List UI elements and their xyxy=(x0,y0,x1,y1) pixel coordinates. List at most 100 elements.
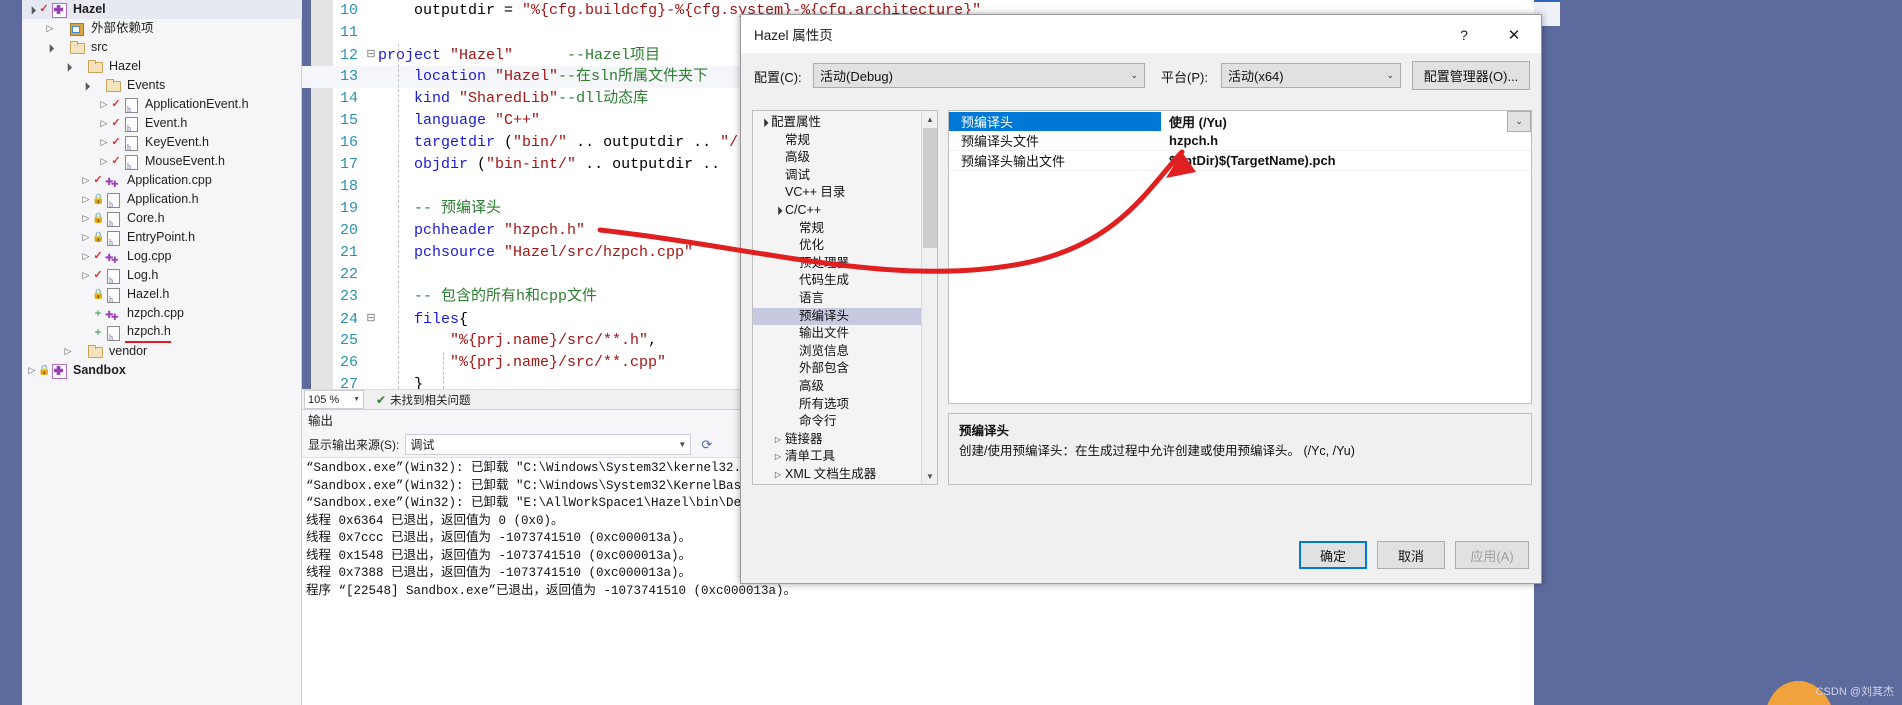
expander-closed-icon[interactable] xyxy=(771,448,785,466)
property-value-dropdown-icon[interactable]: ⌄ xyxy=(1507,111,1531,132)
help-icon[interactable]: ? xyxy=(1447,24,1481,46)
code-token: "Hazel" xyxy=(450,46,514,64)
tree-scrollbar[interactable]: ▲ ▼ xyxy=(921,111,937,484)
property-category-item[interactable]: 浏览信息 xyxy=(753,343,921,361)
solution-tree-item[interactable]: Events xyxy=(22,76,302,95)
solution-tree-item[interactable]: 🔒 Core.h xyxy=(22,209,302,233)
property-category-item[interactable]: 命令行 xyxy=(753,413,921,431)
property-category-item[interactable]: VC++ 目录 xyxy=(753,184,921,202)
property-value[interactable]: $(IntDir)$(TargetName).pch xyxy=(1161,153,1531,168)
solution-tree-item[interactable]: 外部依赖项 xyxy=(22,19,302,38)
solution-tree-item[interactable]: ✓ Log.h xyxy=(22,266,302,290)
apply-button[interactable]: 应用(A) xyxy=(1455,541,1529,569)
expander-closed-icon[interactable] xyxy=(80,171,92,190)
solution-tree-item-label: Hazel.h xyxy=(127,287,170,301)
property-category-item[interactable]: 调试 xyxy=(753,167,921,185)
code-token: "%{prj.name}/src/**.cpp" xyxy=(450,354,667,371)
output-source-select[interactable]: 调试 ▼ xyxy=(405,434,692,455)
fold-collapse-icon[interactable]: ⊟ xyxy=(364,308,378,330)
expander-closed-icon[interactable] xyxy=(98,95,110,114)
solution-tree-item[interactable]: ✓ Application.cpp xyxy=(22,171,302,194)
property-row[interactable]: 预编译头 使用 (/Yu) xyxy=(949,111,1531,131)
output-tool-icons[interactable]: ⟳ xyxy=(701,437,712,453)
expander-closed-icon[interactable] xyxy=(771,431,785,449)
solution-tree-item[interactable]: 🔒 EntryPoint.h xyxy=(22,228,302,252)
property-category-item[interactable]: 所有选项 xyxy=(753,396,921,414)
expander-closed-icon[interactable] xyxy=(80,266,92,285)
property-category-item[interactable]: 优化 xyxy=(753,237,921,255)
platform-select[interactable]: 活动(x64) ⌄ xyxy=(1221,63,1401,88)
expander-open-icon[interactable] xyxy=(26,0,38,19)
property-value[interactable]: hzpch.h xyxy=(1161,133,1531,148)
property-category-item[interactable]: 配置属性 xyxy=(753,114,921,132)
expander-closed-icon[interactable] xyxy=(771,466,785,484)
property-row[interactable]: 预编译头输出文件 $(IntDir)$(TargetName).pch xyxy=(949,151,1531,171)
expander-closed-icon[interactable] xyxy=(98,114,110,133)
expander-open-icon[interactable] xyxy=(771,202,785,220)
solution-tree-item[interactable]: src xyxy=(22,38,302,57)
expander-closed-icon[interactable] xyxy=(80,209,92,228)
property-category-item[interactable]: XML 文档生成器 xyxy=(753,466,921,484)
solution-tree-item[interactable]: ✓ Hazel xyxy=(22,0,302,19)
property-category-list[interactable]: 配置属性常规高级调试VC++ 目录C/C++常规优化预处理器代码生成语言预编译头… xyxy=(753,114,921,484)
close-icon[interactable]: ✕ xyxy=(1497,24,1531,46)
property-row[interactable]: 预编译头文件 hzpch.h xyxy=(949,131,1531,151)
zoom-level-control[interactable]: 105 % ▼ xyxy=(304,390,364,409)
property-category-item[interactable]: 外部包含 xyxy=(753,360,921,378)
property-category-item[interactable]: 代码生成 xyxy=(753,272,921,290)
expander-closed-icon[interactable] xyxy=(44,19,56,38)
solution-tree-item[interactable]: ✓ Log.cpp xyxy=(22,247,302,270)
property-category-item[interactable]: 预处理器 xyxy=(753,255,921,273)
cancel-button[interactable]: 取消 xyxy=(1377,541,1445,569)
expander-open-icon[interactable] xyxy=(44,38,56,57)
property-category-item[interactable]: 输出文件 xyxy=(753,325,921,343)
expander-closed-icon[interactable] xyxy=(98,133,110,152)
solution-tree-item[interactable]: ✓ KeyEvent.h xyxy=(22,133,302,157)
solution-tree-item[interactable]: 🔒 Sandbox xyxy=(22,361,302,380)
expander-open-icon[interactable] xyxy=(62,57,74,76)
property-category-item[interactable]: 清单工具 xyxy=(753,448,921,466)
property-category-item[interactable]: C/C++ xyxy=(753,202,921,220)
solution-tree[interactable]: ✓Hazel外部依赖项srcHazelEvents✓ApplicationEve… xyxy=(22,0,302,705)
property-category-item[interactable]: 高级 xyxy=(753,378,921,396)
clear-output-icon[interactable]: ⟳ xyxy=(701,437,712,453)
solution-tree-item[interactable]: ✓ MouseEvent.h xyxy=(22,152,302,176)
property-category-item[interactable]: 高级 xyxy=(753,149,921,167)
property-rows[interactable]: 预编译头 使用 (/Yu) 预编译头文件 hzpch.h 预编译头输出文件 $(IntDi… xyxy=(949,111,1531,171)
property-category-label: 浏览信息 xyxy=(799,343,850,358)
expander-closed-icon[interactable] xyxy=(80,228,92,247)
expander-closed-icon[interactable] xyxy=(80,247,92,266)
solution-tree-item[interactable]: + hzpch.cpp xyxy=(22,304,302,327)
solution-tree-item[interactable]: Hazel xyxy=(22,57,302,76)
expander-closed-icon[interactable] xyxy=(80,190,92,209)
property-category-item[interactable]: 预编译头 xyxy=(753,307,921,326)
expander-open-icon[interactable] xyxy=(757,114,771,132)
solution-tree-item[interactable]: 🔒 Hazel.h xyxy=(22,285,302,309)
property-category-tree[interactable]: 配置属性常规高级调试VC++ 目录C/C++常规优化预处理器代码生成语言预编译头… xyxy=(752,110,938,485)
expander-closed-icon[interactable] xyxy=(98,152,110,171)
property-category-item[interactable]: 浏览信息 xyxy=(753,483,921,484)
expander-closed-icon[interactable] xyxy=(771,483,785,484)
expander-closed-icon[interactable] xyxy=(26,361,38,380)
code-token: { xyxy=(459,310,469,328)
solution-tree-item[interactable]: ✓ ApplicationEvent.h xyxy=(22,95,302,119)
property-value[interactable]: 使用 (/Yu) xyxy=(1161,112,1531,131)
config-select[interactable]: 活动(Debug) ⌄ xyxy=(813,63,1145,88)
solution-tree-item[interactable]: ✓ Event.h xyxy=(22,114,302,138)
property-category-item[interactable]: 常规 xyxy=(753,132,921,150)
scrollbar-thumb[interactable] xyxy=(923,128,937,248)
property-category-item[interactable]: 常规 xyxy=(753,220,921,238)
property-grid[interactable]: 预编译头 使用 (/Yu) 预编译头文件 hzpch.h 预编译头输出文件 $(IntDi… xyxy=(948,110,1532,404)
fold-collapse-icon[interactable]: ⊟ xyxy=(364,44,378,66)
property-category-item[interactable]: 语言 xyxy=(753,290,921,308)
solution-tree-item[interactable]: vendor xyxy=(22,342,302,361)
property-category-item[interactable]: 链接器 xyxy=(753,431,921,449)
scroll-up-icon[interactable]: ▲ xyxy=(922,111,937,127)
expander-open-icon[interactable] xyxy=(80,76,92,95)
solution-tree-item[interactable]: + hzpch.h xyxy=(22,323,302,347)
solution-tree-item[interactable]: 🔒 Application.h xyxy=(22,190,302,214)
scroll-down-icon[interactable]: ▼ xyxy=(922,468,937,484)
ok-button[interactable]: 确定 xyxy=(1299,541,1367,569)
expander-closed-icon[interactable] xyxy=(62,342,74,361)
configuration-manager-button[interactable]: 配置管理器(O)... xyxy=(1412,61,1530,90)
